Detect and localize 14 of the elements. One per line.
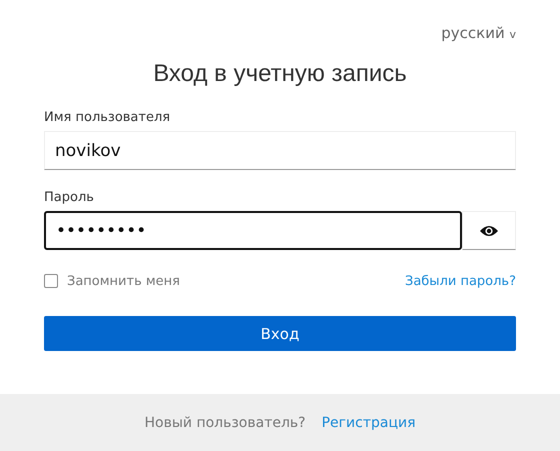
remember-checkbox[interactable] bbox=[44, 274, 58, 288]
page-title: Вход в учетную запись bbox=[152, 60, 408, 88]
forgot-password-link[interactable]: Забыли пароль? bbox=[404, 274, 516, 288]
password-field[interactable]: ••••••••• bbox=[44, 211, 462, 250]
register-link[interactable]: Регистрация bbox=[322, 414, 416, 430]
remember-label: Запомнить меня bbox=[67, 274, 180, 288]
field-label: Имя пользователя bbox=[44, 110, 172, 127]
field-label: Пароль bbox=[44, 190, 95, 207]
show-password-button[interactable] bbox=[462, 211, 516, 250]
username-field[interactable]: novikov bbox=[44, 131, 516, 170]
login-button[interactable]: Вход bbox=[44, 316, 516, 351]
language-selector[interactable]: русский v bbox=[441, 24, 516, 44]
eye-icon bbox=[479, 224, 499, 238]
footer-text: Новый пользователь? bbox=[144, 414, 306, 430]
